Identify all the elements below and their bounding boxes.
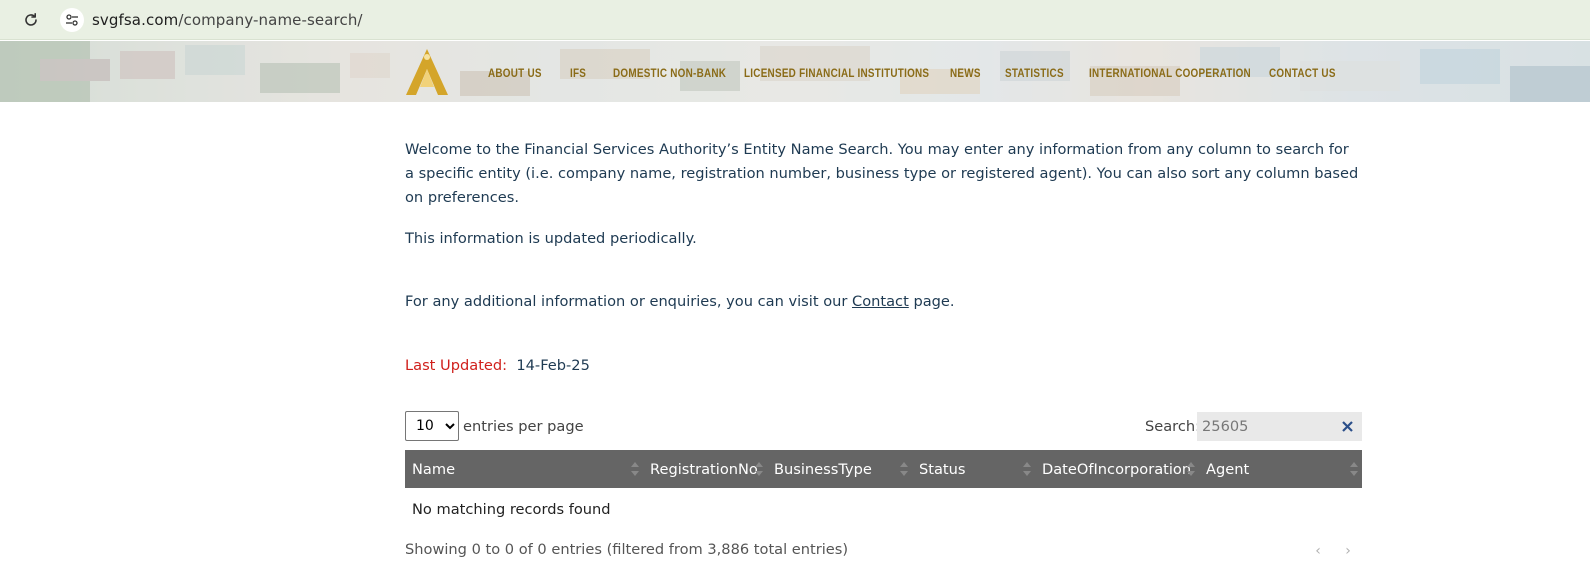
fsa-logo[interactable] (404, 47, 450, 97)
column-header-label: DateOfIncorporation (1042, 460, 1192, 478)
last-updated-label: Last Updated: (405, 357, 508, 374)
column-header-agent[interactable]: Agent (1199, 450, 1362, 488)
column-header-status[interactable]: Status (912, 450, 1035, 488)
entity-table: Name RegistrationNo BusinessType Status … (405, 450, 1362, 530)
intro-paragraph: Welcome to the Financial Services Author… (405, 141, 1359, 206)
column-header-business-type[interactable]: BusinessType (767, 450, 912, 488)
reload-icon (25, 13, 37, 26)
sort-icon (631, 462, 639, 476)
last-updated-value: 14-Feb-25 (516, 357, 590, 374)
table-header-row: Name RegistrationNo BusinessType Status … (405, 450, 1362, 488)
sort-icon (900, 462, 908, 476)
nav-domestic-non-bank[interactable]: DOMESTIC NON-BANK (613, 68, 726, 80)
next-page-button[interactable]: › (1341, 543, 1355, 559)
sort-icon (755, 462, 763, 476)
entries-per-page-label: entries per page (463, 418, 584, 435)
sort-icon (1187, 462, 1195, 476)
nav-statistics[interactable]: STATISTICS (1005, 68, 1064, 80)
site-info-button[interactable] (60, 8, 84, 32)
nav-ifs[interactable]: IFS (570, 68, 586, 80)
contact-suffix: page. (913, 293, 955, 310)
nav-international-cooperation[interactable]: INTERNATIONAL COOPERATION (1089, 68, 1251, 80)
close-icon (1341, 420, 1353, 432)
url-text[interactable]: svgfsa.com/company-name-search/ (92, 11, 363, 29)
table-row-empty: No matching records found (405, 488, 1362, 530)
url-host: svgfsa.com (92, 11, 179, 29)
search-input[interactable] (1197, 412, 1362, 441)
column-header-label: Status (919, 460, 966, 478)
updated-note: This information is updated periodically… (405, 230, 697, 247)
empty-message: No matching records found (412, 500, 611, 518)
reload-button[interactable] (18, 7, 44, 33)
previous-page-button[interactable]: ‹ (1311, 543, 1325, 559)
nav-news[interactable]: NEWS (950, 68, 981, 80)
contact-prefix: For any additional information or enquir… (405, 293, 848, 310)
address-bar[interactable]: svgfsa.com/company-name-search/ (56, 4, 1581, 36)
sort-icon (1350, 462, 1358, 476)
site-header: ABOUT US IFS DOMESTIC NON-BANK LICENSED … (0, 41, 1590, 102)
nav-about-us[interactable]: ABOUT US (488, 68, 542, 80)
url-path: /company-name-search/ (178, 11, 363, 29)
last-updated: Last Updated: 14-Feb-25 (405, 354, 1360, 378)
table-info: Showing 0 to 0 of 0 entries (filtered fr… (405, 541, 849, 558)
column-header-label: RegistrationNo (650, 460, 758, 478)
search-label: Search: (1145, 418, 1201, 435)
column-header-label: Agent (1206, 460, 1250, 478)
column-header-label: Name (412, 460, 456, 478)
column-header-name[interactable]: Name (405, 450, 643, 488)
contact-link[interactable]: Contact (852, 293, 909, 310)
tune-icon (66, 14, 78, 26)
browser-toolbar: svgfsa.com/company-name-search/ (0, 0, 1590, 40)
sort-icon (1023, 462, 1031, 476)
nav-contact-us[interactable]: CONTACT US (1269, 68, 1336, 80)
search-clear-button[interactable] (1340, 419, 1354, 433)
column-header-label: BusinessType (774, 460, 872, 478)
nav-licensed-financial-institutions[interactable]: LICENSED FINANCIAL INSTITUTIONS (744, 68, 929, 80)
entries-per-page-select[interactable]: 10 (405, 411, 459, 441)
column-header-registration-no[interactable]: RegistrationNo (643, 450, 767, 488)
column-header-date-of-incorporation[interactable]: DateOfIncorporation (1035, 450, 1199, 488)
contact-paragraph: For any additional information or enquir… (405, 290, 1360, 314)
